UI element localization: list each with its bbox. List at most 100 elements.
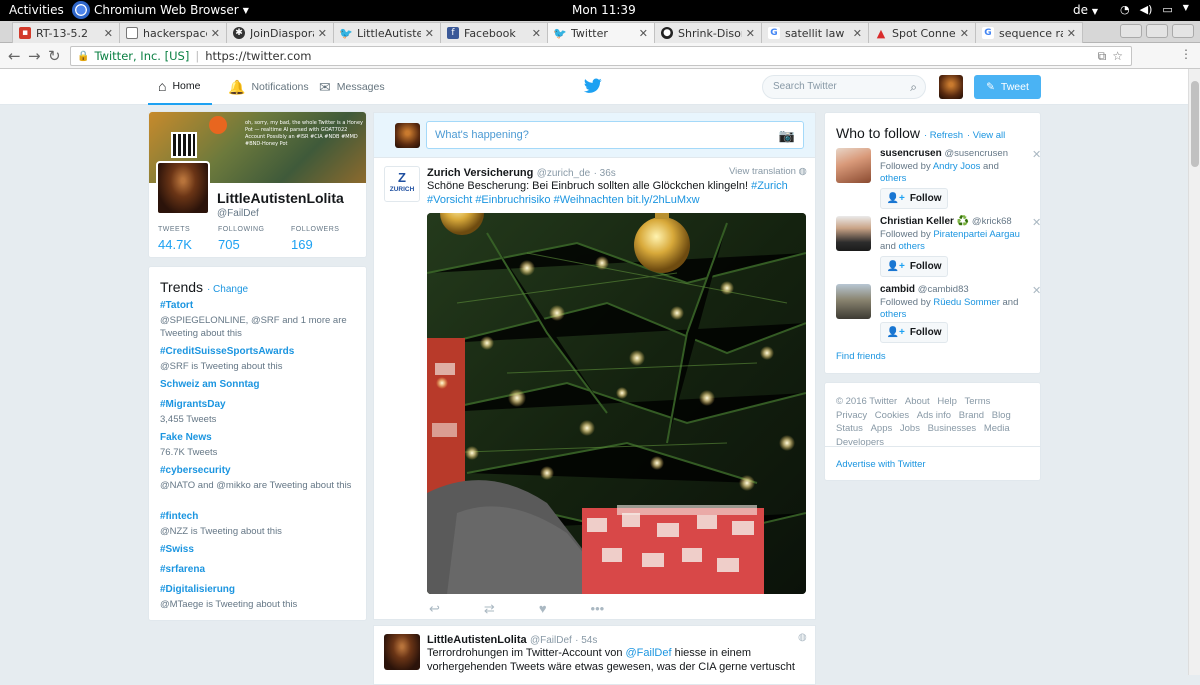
suggestion-name[interactable]: Christian Keller ♻️ @krick68 bbox=[880, 216, 1012, 227]
close-icon[interactable]: ✕ bbox=[1067, 27, 1076, 40]
advertise-link[interactable]: Advertise with Twitter bbox=[825, 446, 1040, 482]
page-scrollbar[interactable] bbox=[1188, 69, 1200, 675]
close-icon[interactable]: ✕ bbox=[532, 27, 541, 40]
keyboard-layout[interactable]: de ▼ bbox=[1073, 3, 1098, 17]
trend-item[interactable]: #srfarena bbox=[160, 564, 360, 575]
minimize-button[interactable] bbox=[1120, 24, 1142, 38]
footer-link[interactable]: About bbox=[905, 395, 930, 409]
trend-item[interactable]: #cybersecurity @NATO and @mikko are Tweet… bbox=[160, 465, 360, 492]
trend-item[interactable]: #Tatort @SPIEGELONLINE, @SRF and 1 more a… bbox=[160, 300, 360, 340]
stat-tweets[interactable]: TWEETS 44.7K bbox=[158, 226, 192, 252]
others-link[interactable]: others bbox=[899, 241, 925, 252]
activities-button[interactable]: Activities bbox=[9, 3, 64, 17]
nav-notifications[interactable]: 🔔 Notifications bbox=[228, 69, 309, 105]
scrollbar-thumb[interactable] bbox=[1191, 81, 1199, 167]
footer-link[interactable]: Businesses bbox=[928, 422, 977, 436]
close-icon[interactable]: ✕ bbox=[104, 27, 113, 40]
follow-button[interactable]: 👤+ Follow bbox=[880, 322, 948, 343]
tweet[interactable]: LittleAutistenLolita @FailDef · 54s ◍ Te… bbox=[373, 625, 816, 685]
trend-item[interactable]: Fake News 76.7K Tweets bbox=[160, 432, 360, 459]
followed-by-link[interactable]: Rüedu Sommer bbox=[933, 297, 1000, 308]
tab[interactable]: ▲ Spot Conne ✕ bbox=[868, 22, 976, 43]
hashtag-link[interactable]: #Zurich bbox=[751, 180, 788, 192]
translate-icon[interactable]: ⧉ bbox=[1098, 49, 1107, 64]
tweet-button[interactable]: ✎ Tweet bbox=[974, 75, 1041, 99]
tweet-author-handle[interactable]: @zurich_de bbox=[537, 168, 591, 179]
close-icon[interactable]: ✕ bbox=[639, 27, 648, 40]
others-link[interactable]: others bbox=[880, 173, 906, 184]
trend-item[interactable]: #Digitalisierung @MTaege is Tweeting abou… bbox=[160, 584, 360, 611]
close-icon[interactable]: ✕ bbox=[425, 27, 434, 40]
others-link[interactable]: others bbox=[880, 309, 906, 320]
maximize-button[interactable] bbox=[1146, 24, 1168, 38]
followed-by-link[interactable]: Andry Joos bbox=[933, 161, 981, 172]
hashtag-link[interactable]: #Weihnachten bbox=[554, 194, 624, 206]
footer-link[interactable]: Blog bbox=[992, 409, 1011, 423]
footer-link[interactable]: Privacy bbox=[836, 409, 867, 423]
tab[interactable]: Gsatellit law ✕ bbox=[761, 22, 869, 43]
tweet-timestamp[interactable]: · 36s bbox=[594, 168, 616, 179]
hashtag-link[interactable]: #Vorsicht bbox=[427, 194, 472, 206]
tab[interactable]: 🐦 LittleAutiste ✕ bbox=[333, 22, 441, 43]
clock[interactable]: Mon 11:39 bbox=[572, 3, 636, 17]
footer-link[interactable]: Jobs bbox=[900, 422, 920, 436]
close-icon[interactable]: ✕ bbox=[318, 27, 327, 40]
footer-link[interactable]: Brand bbox=[959, 409, 984, 423]
trend-item[interactable]: #CreditSuisseSportsAwards @SRF is Tweetin… bbox=[160, 346, 360, 373]
close-window-button[interactable] bbox=[1172, 24, 1194, 38]
close-icon[interactable]: ✕ bbox=[746, 27, 755, 40]
footer-link[interactable]: Ads info bbox=[917, 409, 951, 423]
followed-by-link[interactable]: Piratenpartei Aargau bbox=[933, 229, 1020, 240]
trend-item[interactable]: Schweiz am Sonntag bbox=[160, 379, 360, 390]
search-icon[interactable]: ⌕ bbox=[910, 80, 917, 95]
view-translation[interactable]: View translation ◍ bbox=[729, 166, 807, 177]
close-icon[interactable]: ✕ bbox=[853, 27, 862, 40]
footer-link[interactable]: Status bbox=[836, 422, 863, 436]
profile-name[interactable]: LittleAutistenLolita bbox=[217, 190, 344, 206]
nav-home[interactable]: ⌂ Home bbox=[148, 69, 212, 105]
app-menu[interactable]: Chromium Web Browser ▼ bbox=[72, 1, 249, 19]
tweet-author-name[interactable]: Zurich Versicherung bbox=[427, 167, 533, 179]
suggestion-name[interactable]: cambid @cambid83 bbox=[880, 284, 969, 295]
forward-icon[interactable]: → bbox=[28, 47, 41, 65]
footer-link[interactable]: Cookies bbox=[875, 409, 909, 423]
system-tray[interactable]: ◔ ◀) ▭ ▼ bbox=[1120, 3, 1189, 16]
tweet-timestamp[interactable]: · 54s bbox=[575, 635, 597, 646]
avatar[interactable] bbox=[836, 148, 871, 183]
trend-item[interactable]: #fintech @NZZ is Tweeting about this bbox=[160, 511, 360, 538]
nav-messages[interactable]: ✉ Messages bbox=[319, 69, 385, 105]
tab[interactable]: ▪ RT-13-5.2 ✕ bbox=[12, 22, 120, 43]
search-input[interactable]: Search Twitter ⌕ bbox=[762, 75, 926, 99]
follow-button[interactable]: 👤+ Follow bbox=[880, 188, 948, 209]
dismiss-icon[interactable]: ✕ bbox=[1032, 284, 1041, 297]
tab[interactable]: ✱ JoinDiaspora ✕ bbox=[226, 22, 334, 43]
footer-link[interactable]: Terms bbox=[965, 395, 991, 409]
footer-link[interactable]: Help bbox=[937, 395, 957, 409]
hashtag-link[interactable]: #Einbruchrisiko bbox=[475, 194, 550, 206]
tab[interactable]: Gsequence ra ✕ bbox=[975, 22, 1083, 43]
footer-link[interactable]: Media bbox=[984, 422, 1010, 436]
compose-input[interactable]: What's happening? 📷 bbox=[426, 121, 804, 149]
suggestion-name[interactable]: susencrusen @susencrusen bbox=[880, 148, 1008, 159]
twitter-bird-icon[interactable] bbox=[584, 78, 602, 94]
view-all-link[interactable]: · View all bbox=[967, 130, 1005, 141]
menu-icon[interactable]: ⋮ bbox=[1180, 47, 1192, 61]
stat-followers[interactable]: FOLLOWERS 169 bbox=[291, 226, 339, 252]
tab[interactable]: hackerspace ✕ bbox=[119, 22, 227, 43]
tweet-author-name[interactable]: LittleAutistenLolita bbox=[427, 634, 527, 646]
reply-icon[interactable]: ↩ bbox=[429, 601, 440, 617]
url-link[interactable]: bit.ly/2hLuMxw bbox=[627, 194, 700, 206]
trends-change-link[interactable]: · Change bbox=[207, 284, 248, 295]
refresh-link[interactable]: · Refresh bbox=[924, 130, 963, 141]
tab-active[interactable]: 🐦 Twitter ✕ bbox=[547, 22, 655, 44]
tweet[interactable]: Z ZURICH Zurich Versicherung @zurich_de … bbox=[373, 157, 816, 620]
dismiss-icon[interactable]: ✕ bbox=[1032, 216, 1041, 229]
dismiss-icon[interactable]: ✕ bbox=[1032, 148, 1041, 161]
camera-icon[interactable]: 📷 bbox=[779, 128, 795, 144]
footer-link[interactable]: Apps bbox=[871, 422, 893, 436]
close-icon[interactable]: ✕ bbox=[960, 27, 969, 40]
back-icon[interactable]: ← bbox=[8, 47, 21, 65]
avatar[interactable] bbox=[836, 216, 871, 251]
tab[interactable]: f Facebook ✕ bbox=[440, 22, 548, 43]
tweet-photo[interactable] bbox=[427, 213, 806, 594]
